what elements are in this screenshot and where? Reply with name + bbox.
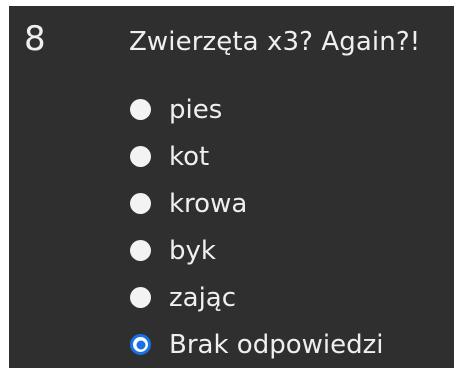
- radio-button-selected[interactable]: [130, 334, 151, 355]
- option-label: krowa: [169, 188, 248, 219]
- option-label: byk: [169, 235, 216, 266]
- radio-button[interactable]: [130, 193, 151, 214]
- radio-button[interactable]: [130, 99, 151, 120]
- option-brak-odpowiedzi[interactable]: Brak odpowiedzi: [130, 321, 450, 368]
- option-label: pies: [169, 94, 223, 125]
- option-byk[interactable]: byk: [130, 227, 450, 274]
- option-pies[interactable]: pies: [130, 86, 450, 133]
- option-zajac[interactable]: zając: [130, 274, 450, 321]
- answer-options: pies kot krowa byk zając Brak odpowiedzi: [130, 86, 450, 368]
- option-label: kot: [169, 141, 210, 172]
- option-label: zając: [169, 282, 237, 313]
- radio-button[interactable]: [130, 240, 151, 261]
- option-kot[interactable]: kot: [130, 133, 450, 180]
- radio-selected-dot: [136, 340, 145, 349]
- question-card: 8 Zwierzęta x3? Again?! pies kot krowa b…: [9, 6, 454, 368]
- question-title: Zwierzęta x3? Again?!: [129, 27, 421, 57]
- radio-button[interactable]: [130, 287, 151, 308]
- question-number: 8: [24, 19, 46, 59]
- option-krowa[interactable]: krowa: [130, 180, 450, 227]
- option-label: Brak odpowiedzi: [169, 329, 384, 360]
- radio-button[interactable]: [130, 146, 151, 167]
